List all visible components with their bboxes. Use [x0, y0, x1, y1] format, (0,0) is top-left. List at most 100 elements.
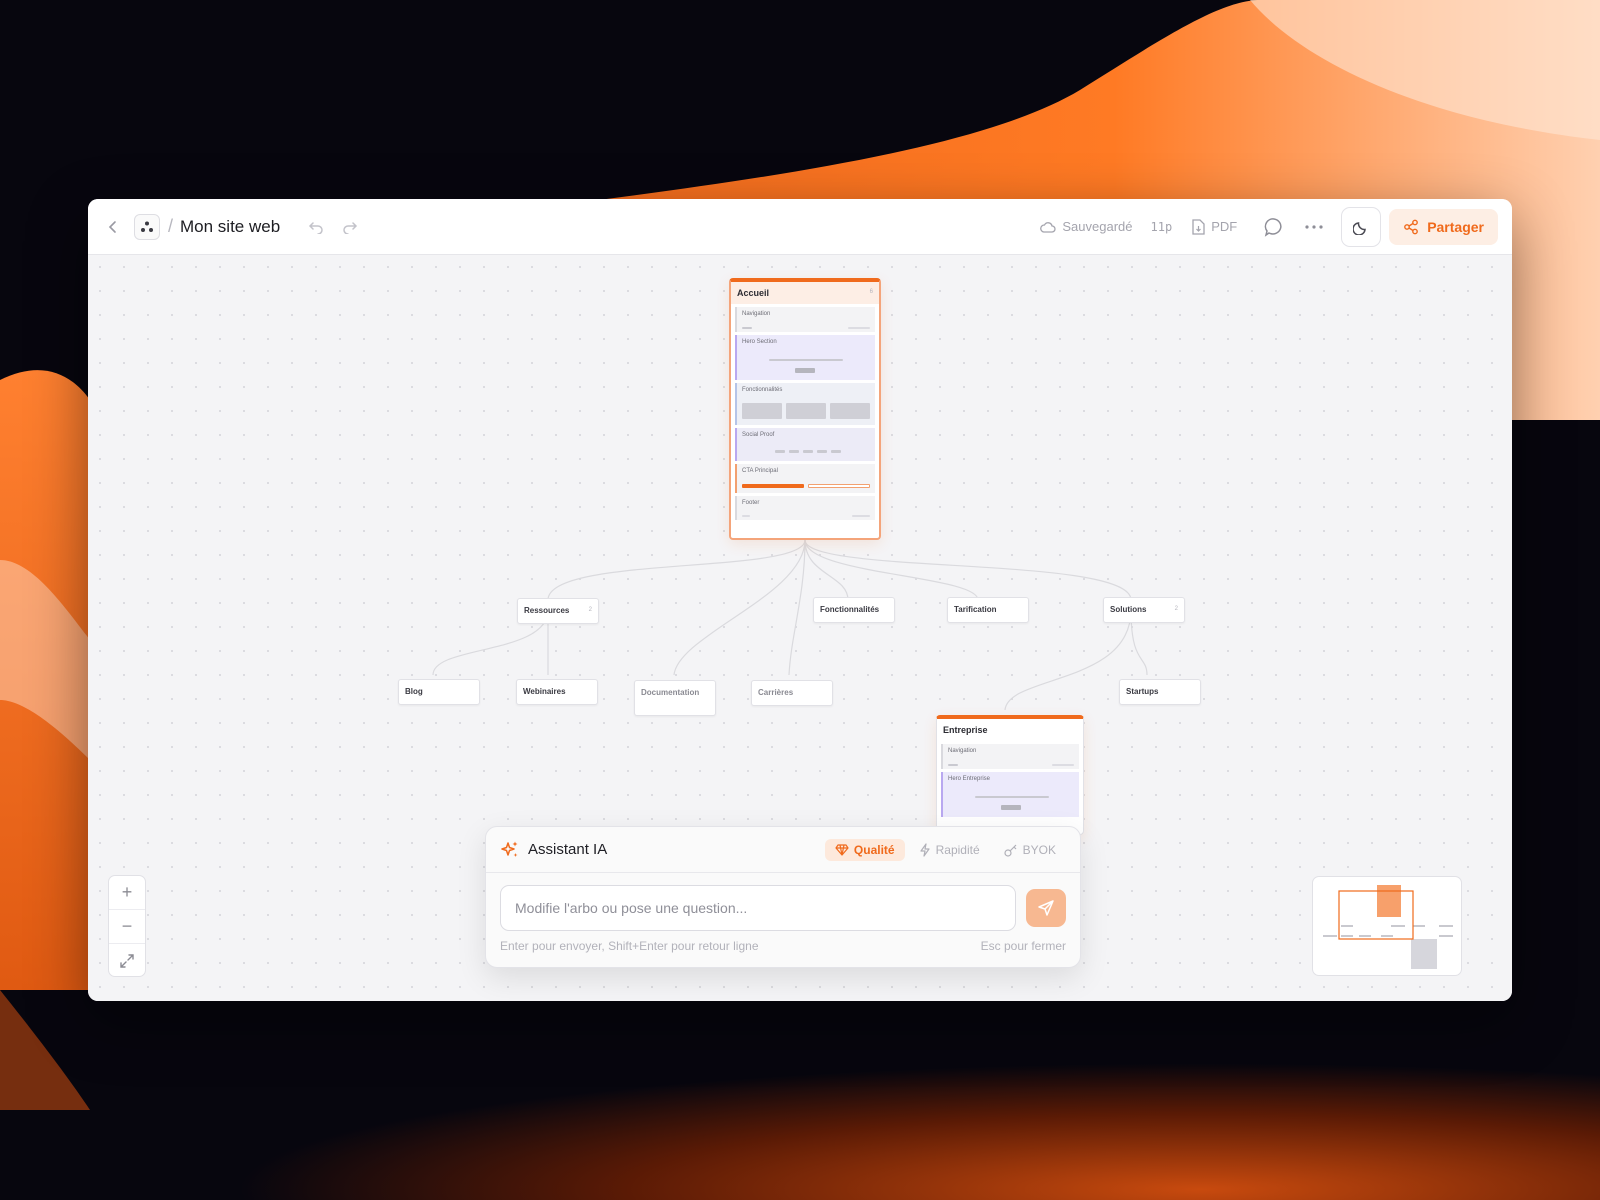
section-features[interactable]: Fonctionnalités [735, 383, 875, 425]
undo-button[interactable] [304, 215, 328, 239]
node-label: Tarification [954, 605, 997, 614]
section-cta[interactable]: CTA Principal [735, 464, 875, 493]
page-card-entreprise[interactable]: Entreprise Navigation Hero Entreprise [936, 715, 1084, 835]
section-label: Navigation [948, 748, 977, 754]
page-card-accueil[interactable]: Accueil 6 Navigation Hero Section Foncti… [729, 278, 881, 540]
section-footer[interactable]: Footer [735, 496, 875, 520]
project-logo-button[interactable] [134, 213, 160, 240]
expand-icon [120, 954, 134, 968]
cta-primary-placeholder [742, 484, 804, 488]
placeholder-line [948, 764, 958, 766]
logo-placeholder [817, 450, 827, 453]
node-documentation[interactable]: Documentation [634, 680, 716, 716]
node-label: Solutions [1110, 605, 1147, 614]
ai-assistant-title: Assistant IA [528, 841, 608, 858]
placeholder-line [742, 515, 750, 517]
back-button[interactable] [102, 213, 124, 241]
more-horizontal-icon [1305, 224, 1323, 229]
ai-input-row [500, 885, 1066, 931]
undo-icon [309, 221, 323, 234]
node-carrieres[interactable]: Carrières [751, 680, 833, 706]
sparkles-icon [501, 841, 518, 857]
feature-block [786, 403, 826, 419]
more-options-button[interactable] [1301, 214, 1327, 240]
zoom-in-button[interactable]: + [109, 876, 145, 910]
save-status-label: Sauvegardé [1062, 219, 1133, 234]
section-label: Social Proof [742, 432, 775, 438]
mode-byok-button[interactable]: BYOK [994, 839, 1066, 861]
node-startups[interactable]: Startups [1119, 679, 1201, 705]
section-navigation[interactable]: Navigation [735, 307, 875, 332]
node-ressources[interactable]: Ressources 2 [517, 598, 599, 624]
nodes-icon [141, 221, 153, 232]
redo-icon [343, 221, 358, 234]
placeholder-line [852, 515, 870, 517]
page-title-entreprise: Entreprise [943, 725, 988, 735]
section-hero-entreprise[interactable]: Hero Entreprise [941, 772, 1079, 817]
pdf-export-button[interactable]: PDF [1192, 218, 1237, 235]
logo-placeholder [831, 450, 841, 453]
comment-icon [1264, 217, 1282, 237]
minimap[interactable] [1312, 876, 1462, 976]
section-hero[interactable]: Hero Section [735, 335, 875, 380]
mode-quality-button[interactable]: Qualité [824, 838, 905, 861]
chevron-left-icon [108, 220, 116, 233]
zoom-controls: + − [108, 875, 146, 977]
node-webinaires[interactable]: Webinaires [516, 679, 598, 705]
node-blog[interactable]: Blog [398, 679, 480, 705]
redo-button[interactable] [338, 215, 362, 239]
theme-toggle-button[interactable] [1341, 206, 1382, 247]
node-solutions[interactable]: Solutions 2 [1103, 597, 1185, 623]
lightning-icon [920, 842, 930, 857]
node-tarification[interactable]: Tarification [947, 597, 1029, 623]
placeholder-line [975, 796, 1049, 798]
logo-placeholder [789, 450, 799, 453]
comments-button[interactable] [1261, 214, 1287, 240]
cloud-icon [1040, 221, 1056, 233]
feature-block [742, 403, 782, 419]
moon-icon [1353, 221, 1367, 235]
node-label: Ressources [524, 606, 570, 615]
breadcrumb-separator: / [168, 216, 174, 236]
ai-prompt-input[interactable] [500, 885, 1016, 931]
mode-label: BYOK [1022, 842, 1056, 857]
cta-secondary-placeholder [808, 484, 870, 488]
minimap-preview [1323, 885, 1453, 969]
ai-assistant-panel: Assistant IA Qualité Rapidité BYOK Modif… [485, 826, 1081, 968]
share-label: Partager [1427, 218, 1484, 235]
minimap-viewport [1338, 890, 1414, 940]
placeholder-button [795, 368, 815, 373]
ai-assistant-header: Assistant IA Qualité Rapidité BYOK [486, 827, 1080, 873]
sitemap-canvas[interactable]: Accueil 6 Navigation Hero Section Foncti… [88, 255, 1512, 1001]
mode-label: Qualité [853, 842, 895, 857]
plus-icon: + [121, 882, 133, 902]
section-social-proof[interactable]: Social Proof [735, 428, 875, 461]
mode-label: Rapidité [935, 842, 980, 857]
mode-speed-button[interactable]: Rapidité [909, 839, 990, 861]
section-label: Hero Entreprise [948, 776, 991, 782]
node-label: Startups [1126, 687, 1159, 696]
placeholder-line [848, 327, 870, 329]
close-hint: Esc pour fermer [980, 939, 1066, 953]
page-card-header: Entreprise [937, 719, 1083, 741]
section-label: Hero Section [742, 339, 777, 345]
page-title-accueil: Accueil [737, 288, 770, 298]
project-title[interactable]: Mon site web [180, 217, 280, 237]
feature-block [830, 403, 870, 419]
zoom-out-button[interactable]: − [109, 910, 145, 944]
share-icon [1404, 219, 1419, 234]
placeholder-line [742, 327, 752, 329]
send-button[interactable] [1026, 889, 1066, 927]
section-label: Fonctionnalités [742, 387, 783, 393]
node-label: Fonctionnalités [820, 605, 880, 614]
minimap-entreprise-node [1411, 939, 1437, 969]
fit-view-button[interactable] [109, 944, 145, 976]
file-download-icon [1192, 218, 1205, 235]
share-button[interactable]: Partager [1389, 208, 1498, 245]
placeholder-line [1052, 764, 1074, 766]
top-bar: / Mon site web Sauvegardé 11p PDF Partag… [88, 199, 1512, 255]
section-label: Footer [742, 500, 760, 506]
section-navigation[interactable]: Navigation [941, 744, 1079, 769]
node-fonctionnalites[interactable]: Fonctionnalités [813, 597, 895, 623]
placeholder-line [769, 359, 843, 361]
